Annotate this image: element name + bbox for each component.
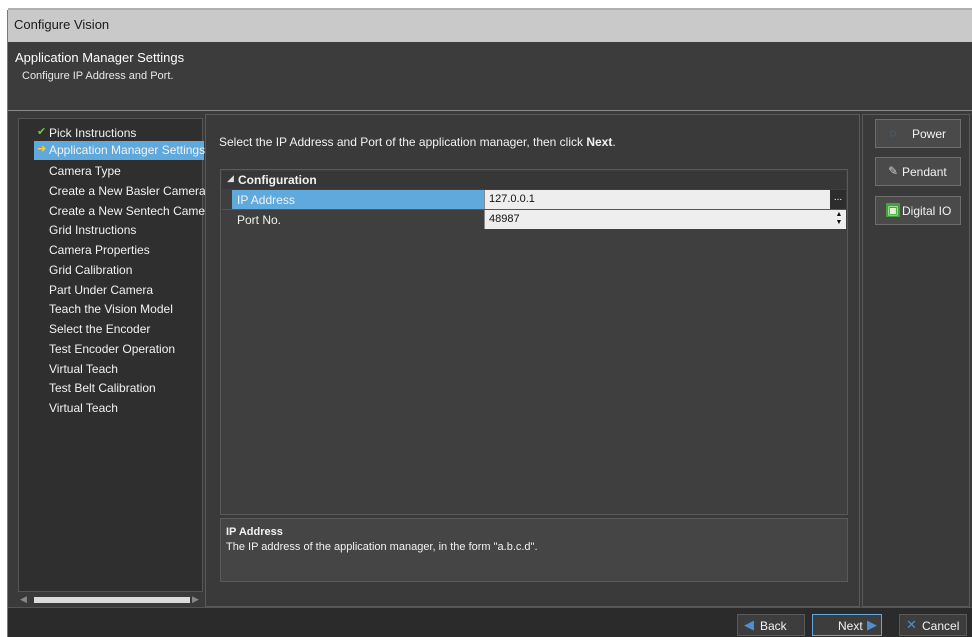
digital-io-button[interactable]: ▣ Digital IO [875,196,961,225]
instruction-text-end: . [612,135,616,149]
property-description-panel: IP Address The IP address of the applica… [220,518,848,582]
step-label: Virtual Teach [49,362,118,376]
ip-address-field[interactable]: 127.0.0.1 [484,190,846,209]
port-number-field[interactable]: 48987 [484,210,846,229]
step-label: Test Encoder Operation [49,342,176,356]
step-label: Grid Calibration [49,263,133,277]
port-number-value: 48987 [489,213,520,225]
cancel-button-label: Cancel [922,619,960,633]
digital-io-button-label: Digital IO [902,204,952,218]
step-label: Pick Instructions [49,126,137,140]
category-label: Configuration [238,173,317,187]
step-list-horizontal-scrollbar[interactable]: ◀ ▶ [18,591,203,607]
step-label: Create a New Sentech Camera [49,204,216,218]
step-label: Grid Instructions [49,223,137,237]
step-label: Application Manager Settings [49,143,206,157]
scroll-left-icon[interactable]: ◀ [20,594,30,605]
power-button[interactable]: ◌ Power [875,119,961,148]
description-title: IP Address [226,526,283,538]
pendant-button[interactable]: ✎ Pendant [875,157,961,186]
scroll-right-icon[interactable]: ▶ [192,594,202,605]
next-button[interactable]: Next ▶ [812,614,882,636]
property-row-port-no[interactable]: Port No. 48987 ▲ ▼ [232,210,846,229]
back-button-label: Back [760,619,787,633]
ip-address-value: 127.0.0.1 [489,193,535,205]
next-button-label: Next [838,619,863,633]
scrollbar-thumb[interactable] [34,597,190,603]
instruction-text: Select the IP Address and Port of the ap… [219,135,616,149]
digital-io-icon: ▣ [886,203,900,217]
cancel-button[interactable]: ✕ Cancel [899,614,967,636]
step-label: Create a New Basler Camera [49,184,206,198]
close-icon: ✕ [906,617,917,632]
wizard-header: Application Manager Settings Configure I… [8,42,972,110]
back-button[interactable]: ◀ Back [737,614,805,636]
arrow-right-icon: ▶ [867,617,877,632]
checkmark-icon: ✔ [37,126,47,138]
wizard-step-list: ✔ Pick Instructions ➜ Application Manage… [18,118,216,607]
step-label: Select the Encoder [49,322,151,336]
arrow-left-icon: ◀ [744,617,754,632]
step-label: Test Belt Calibration [49,381,156,395]
step-label: Camera Properties [49,243,150,257]
collapse-triangle-icon[interactable]: ◢ [227,173,234,184]
property-name: IP Address [232,190,484,209]
spinner-up-icon[interactable]: ▲ [834,211,844,219]
side-button-panel [862,114,970,607]
step-label: Virtual Teach [49,401,118,415]
description-text: The IP address of the application manage… [226,541,538,553]
property-category-configuration[interactable]: ◢ Configuration [222,171,846,189]
page-title: Application Manager Settings [15,50,185,65]
port-spinner[interactable]: ▲ ▼ [834,211,844,228]
pendant-icon: ✎ [887,164,899,178]
spinner-down-icon[interactable]: ▼ [834,219,844,227]
step-item-application-manager-settings[interactable]: ➜ Application Manager Settings [34,141,206,160]
page-subtitle: Configure IP Address and Port. [22,70,174,82]
power-button-label: Power [912,127,947,141]
property-row-ip-address[interactable]: IP Address 127.0.0.1 ... [232,190,846,209]
step-label: Camera Type [49,164,121,178]
step-label: Teach the Vision Model [49,302,173,316]
pendant-button-label: Pendant [902,165,947,179]
arrow-right-icon: ➜ [37,143,47,155]
window-title: Configure Vision [14,17,110,32]
instruction-text-lead: Select the IP Address and Port of the ap… [219,135,587,149]
ellipsis-button[interactable]: ... [830,190,846,209]
power-icon: ◌ [889,126,897,140]
window-title-bar: Configure Vision [8,10,972,42]
property-name: Port No. [237,213,282,227]
instruction-text-bold: Next [586,135,613,149]
step-label: Part Under Camera [49,283,154,297]
